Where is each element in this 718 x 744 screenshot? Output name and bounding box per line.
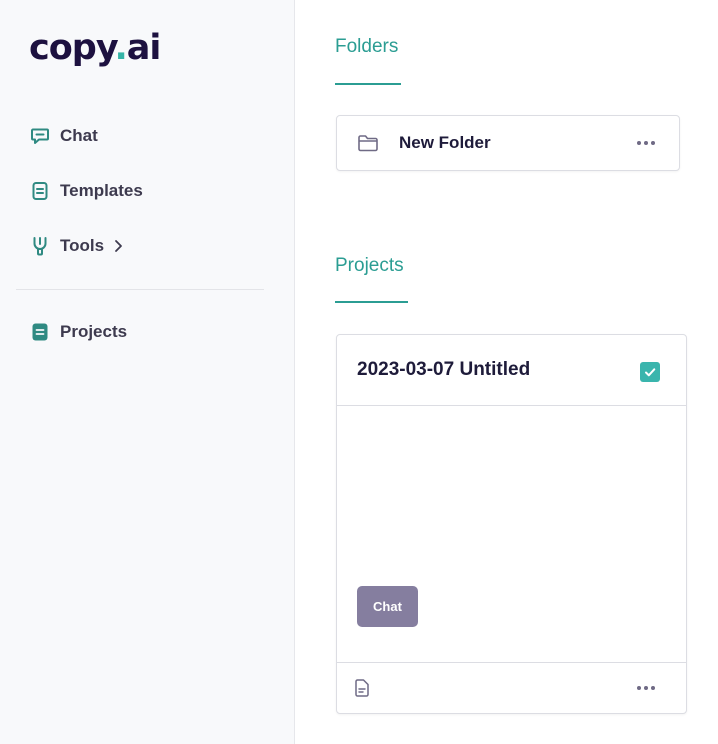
chevron-right-icon xyxy=(114,239,123,253)
project-card-header: 2023-03-07 Untitled xyxy=(337,335,686,406)
chat-badge[interactable]: Chat xyxy=(357,586,418,627)
project-card[interactable]: 2023-03-07 Untitled Chat xyxy=(336,334,687,714)
sidebar-item-label: Templates xyxy=(60,181,143,200)
projects-icon xyxy=(30,322,50,342)
folder-name: New Folder xyxy=(399,133,491,152)
projects-heading-underline xyxy=(335,301,408,303)
projects-heading: Projects xyxy=(335,255,404,276)
project-card-footer xyxy=(337,663,686,713)
folders-heading: Folders xyxy=(335,36,399,57)
sidebar-item-label: Projects xyxy=(60,322,128,341)
folder-more-options-icon[interactable] xyxy=(637,141,655,145)
template-icon xyxy=(30,181,50,201)
tools-icon xyxy=(30,236,50,256)
folders-heading-underline xyxy=(335,83,401,85)
sidebar: copy.ai Chat Templates Tools Projects xyxy=(0,0,295,744)
sidebar-item-chat[interactable]: Chat xyxy=(30,124,98,148)
checkmark-icon xyxy=(645,368,656,377)
main-content: Folders New Folder Projects 2023-03-07 U… xyxy=(296,0,718,744)
document-icon xyxy=(354,679,370,697)
sidebar-item-label: Tools xyxy=(60,236,105,255)
project-card-body[interactable]: Chat xyxy=(337,406,686,663)
folder-card[interactable]: New Folder xyxy=(336,115,680,171)
sidebar-item-templates[interactable]: Templates xyxy=(30,179,143,203)
project-title[interactable]: 2023-03-07 Untitled xyxy=(357,359,530,381)
sidebar-item-label: Chat xyxy=(60,126,98,145)
sidebar-divider xyxy=(16,289,264,290)
sidebar-item-projects[interactable]: Projects xyxy=(30,320,127,344)
folder-icon xyxy=(357,134,379,152)
sidebar-item-tools[interactable]: Tools xyxy=(30,234,123,258)
project-select-checkbox[interactable] xyxy=(640,362,660,382)
project-more-options-icon[interactable] xyxy=(637,686,655,690)
copy-ai-logo[interactable]: copy.ai xyxy=(29,26,161,70)
chat-icon xyxy=(30,126,50,146)
